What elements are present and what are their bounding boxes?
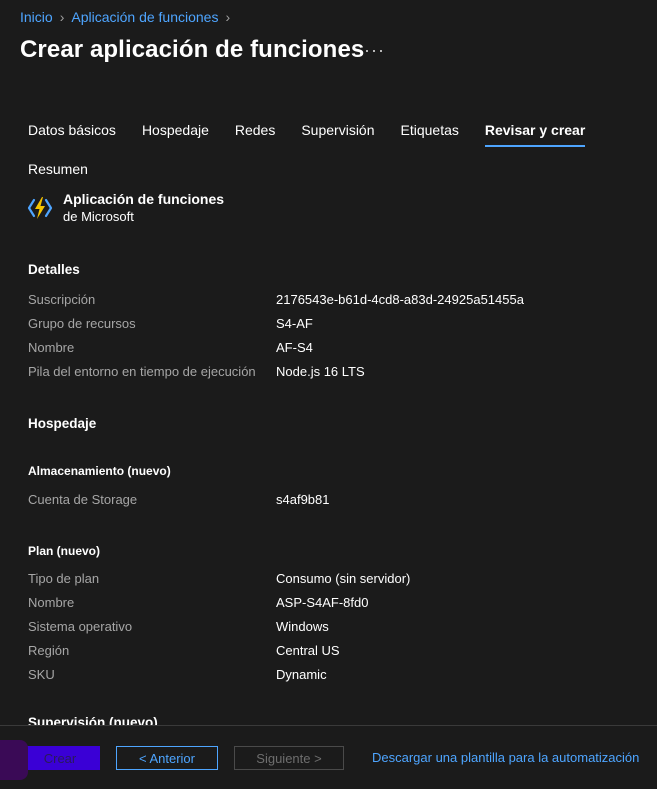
breadcrumb-function-app[interactable]: Aplicación de funciones: [71, 9, 218, 25]
value-os: Windows: [276, 619, 329, 634]
next-button[interactable]: Siguiente >: [234, 746, 344, 770]
plan-heading: Plan (nuevo): [28, 544, 101, 558]
more-options-icon[interactable]: ···: [364, 40, 385, 61]
label-resource-group: Grupo de recursos: [28, 316, 136, 331]
details-heading: Detalles: [28, 262, 80, 277]
value-resource-group: S4-AF: [276, 316, 313, 331]
footer-bar: Crear < Anterior Siguiente > Descargar u…: [0, 725, 657, 789]
value-name: AF-S4: [276, 340, 313, 355]
chevron-right-icon: ›: [59, 9, 65, 25]
app-name: Aplicación de funciones: [63, 191, 225, 207]
label-storage-account: Cuenta de Storage: [28, 492, 138, 507]
download-template-link[interactable]: Descargar una plantilla para la automati…: [372, 750, 639, 765]
label-plan-type: Tipo de plan: [28, 571, 100, 586]
chevron-right-icon: ›: [225, 9, 231, 25]
summary-heading: Resumen: [28, 161, 88, 177]
value-sku: Dynamic: [276, 667, 327, 682]
tab-networking[interactable]: Redes: [235, 122, 275, 147]
function-app-icon: [27, 197, 53, 219]
wizard-tabs: Datos básicos Hospedaje Redes Supervisió…: [28, 122, 611, 147]
value-storage-account: s4af9b81: [276, 492, 330, 507]
tab-basics[interactable]: Datos básicos: [28, 122, 116, 147]
value-plan-name: ASP-S4AF-8fd0: [276, 595, 369, 610]
label-plan-name: Nombre: [28, 595, 75, 610]
label-name: Nombre: [28, 340, 75, 355]
label-sku: SKU: [28, 667, 55, 682]
tab-hosting[interactable]: Hospedaje: [142, 122, 209, 147]
label-subscription: Suscripción: [28, 292, 96, 307]
create-button[interactable]: Crear: [20, 746, 100, 770]
previous-button[interactable]: < Anterior: [116, 746, 218, 770]
label-os: Sistema operativo: [28, 619, 133, 634]
overlay-blob: [0, 740, 28, 780]
app-publisher: de Microsoft: [63, 209, 134, 224]
tab-monitoring[interactable]: Supervisión: [301, 122, 374, 147]
tab-tags[interactable]: Etiquetas: [401, 122, 459, 147]
value-plan-type: Consumo (sin servidor): [276, 571, 411, 586]
label-region: Región: [28, 643, 70, 658]
page-title: Crear aplicación de funciones: [20, 36, 365, 63]
tab-review-create[interactable]: Revisar y crear: [484, 122, 586, 147]
breadcrumb-home[interactable]: Inicio: [20, 9, 53, 25]
hosting-heading: Hospedaje: [28, 416, 97, 431]
label-runtime-stack: Pila del entorno en tiempo de ejecución: [28, 364, 256, 379]
storage-heading: Almacenamiento (nuevo): [28, 464, 171, 478]
breadcrumb: Inicio › Aplicación de funciones ›: [20, 9, 237, 25]
value-region: Central US: [276, 643, 340, 658]
value-runtime-stack: Node.js 16 LTS: [276, 364, 365, 379]
value-subscription: 2176543e-b61d-4cd8-a83d-24925a51455a: [276, 292, 524, 307]
